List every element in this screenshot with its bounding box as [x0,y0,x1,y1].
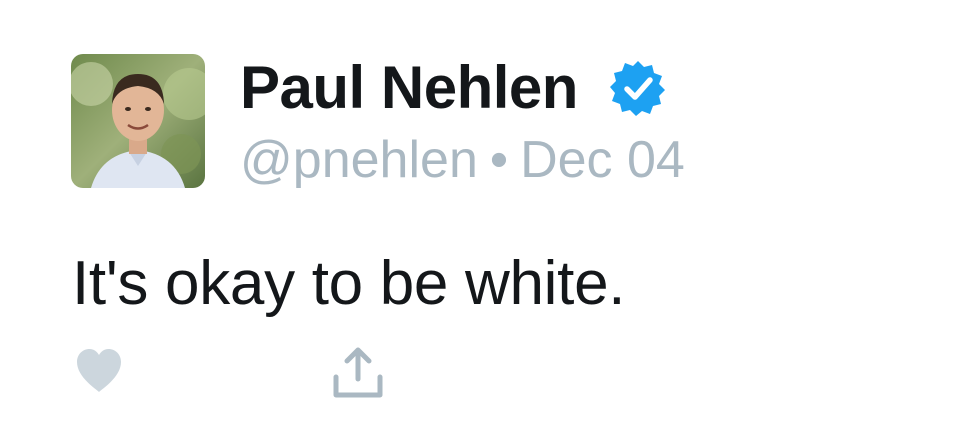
display-name[interactable]: Paul Nehlen [240,52,578,124]
tweet-meta: @pnehlen • Dec 04 [240,128,685,192]
verified-badge-icon [608,58,668,118]
avatar-image [71,54,205,188]
user-handle[interactable]: @pnehlen [240,131,478,189]
tweet-text: It's okay to be white. [72,249,626,318]
avatar[interactable] [71,54,205,188]
tweet-card[interactable]: Paul Nehlen @pnehlen • Dec 04 It's okay to… [0,0,980,448]
like-button[interactable] [74,346,124,396]
heart-icon [77,349,121,392]
tweet-date[interactable]: Dec 04 [520,131,685,189]
meta-separator: • [489,131,509,189]
share-icon [333,347,383,398]
share-button[interactable] [330,345,386,401]
